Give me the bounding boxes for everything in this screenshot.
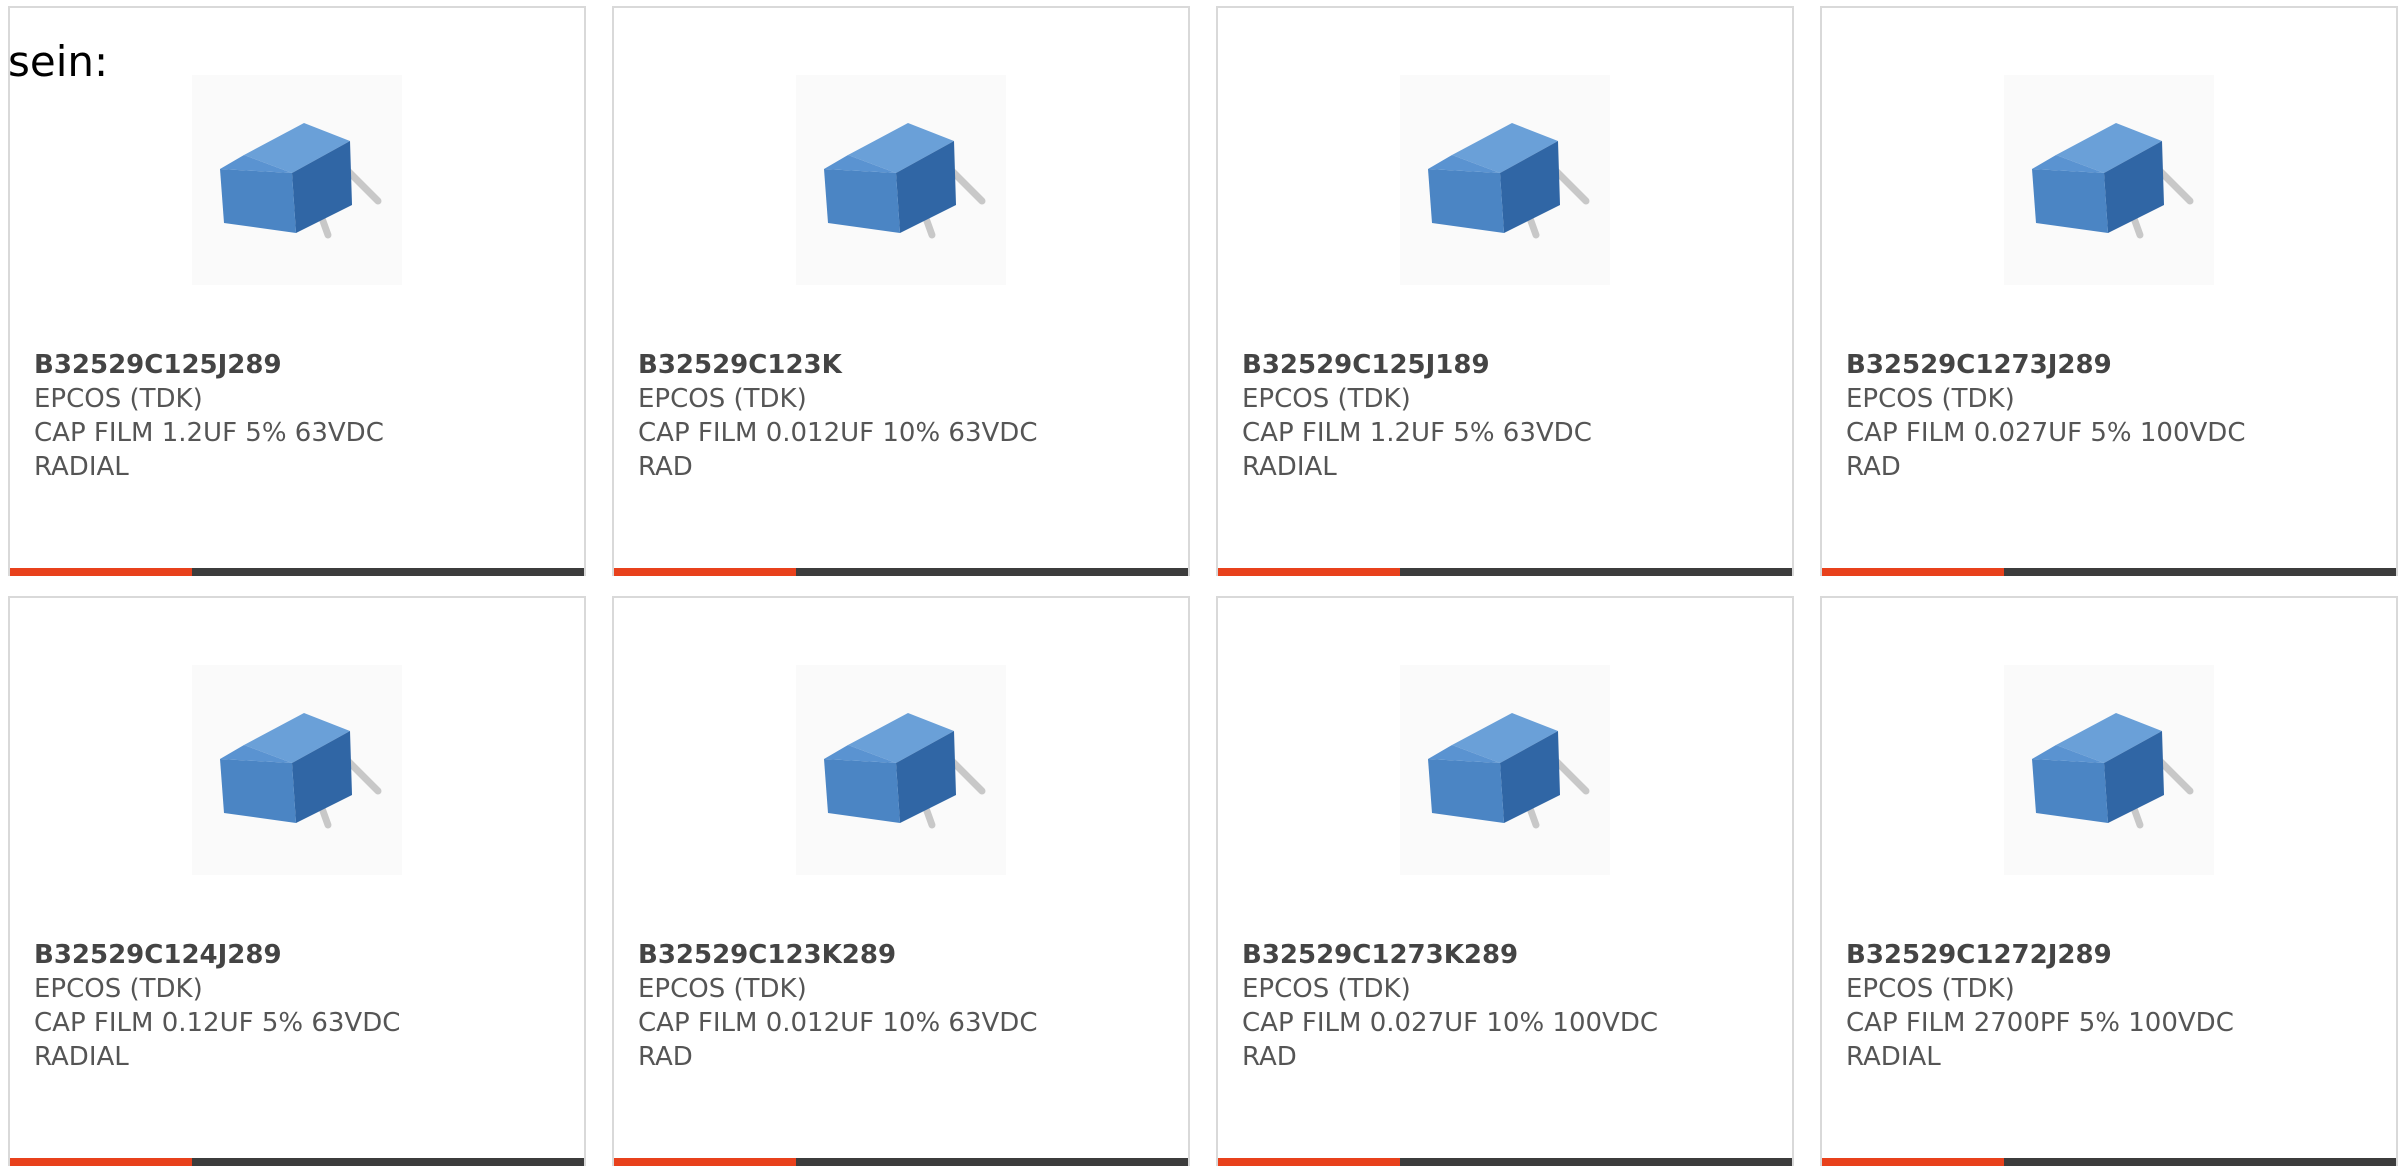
description-line2: RAD (638, 1042, 693, 1072)
film-capacitor-image (192, 75, 402, 285)
part-number[interactable]: B32529C1273K289 (1242, 938, 1772, 972)
product-card[interactable]: B32529C124J289 EPCOS (TDK) CAP FILM 0.12… (8, 596, 586, 1166)
description-line2: RADIAL (34, 1042, 129, 1072)
description-line2: RAD (638, 452, 693, 482)
part-number[interactable]: B32529C1272J289 (1846, 938, 2376, 972)
product-info: B32529C1272J289 EPCOS (TDK) CAP FILM 270… (1846, 938, 2376, 1074)
film-capacitor-image (796, 75, 1006, 285)
product-card[interactable]: B32529C1273J289 EPCOS (TDK) CAP FILM 0.0… (1820, 6, 2398, 576)
description-line1: CAP FILM 0.027UF 10% 100VDC (1242, 1008, 1659, 1038)
product-card[interactable]: B32529C123K289 EPCOS (TDK) CAP FILM 0.01… (612, 596, 1190, 1166)
film-capacitor-image (1400, 75, 1610, 285)
manufacturer: EPCOS (TDK) (1242, 974, 1411, 1004)
product-info: B32529C123K EPCOS (TDK) CAP FILM 0.012UF… (638, 348, 1168, 484)
description-line1: CAP FILM 2700PF 5% 100VDC (1846, 1008, 2234, 1038)
product-info: B32529C124J289 EPCOS (TDK) CAP FILM 0.12… (34, 938, 564, 1074)
description-line1: CAP FILM 0.012UF 10% 63VDC (638, 1008, 1038, 1038)
manufacturer: EPCOS (TDK) (638, 974, 807, 1004)
description-line1: CAP FILM 1.2UF 5% 63VDC (34, 418, 384, 448)
manufacturer: EPCOS (TDK) (638, 384, 807, 414)
description-line1: CAP FILM 0.027UF 5% 100VDC (1846, 418, 2246, 448)
description-line2: RAD (1846, 452, 1901, 482)
card-bottom-bar (1218, 1158, 1792, 1166)
part-number[interactable]: B32529C1273J289 (1846, 348, 2376, 382)
card-bottom-bar (1822, 568, 2396, 576)
part-number[interactable]: B32529C125J189 (1242, 348, 1772, 382)
product-info: B32529C123K289 EPCOS (TDK) CAP FILM 0.01… (638, 938, 1168, 1074)
film-capacitor-image (192, 665, 402, 875)
card-bottom-bar (1218, 568, 1792, 576)
product-info: B32529C1273J289 EPCOS (TDK) CAP FILM 0.0… (1846, 348, 2376, 484)
manufacturer: EPCOS (TDK) (1846, 974, 2015, 1004)
film-capacitor-image (796, 665, 1006, 875)
card-accent-bar (614, 1158, 796, 1166)
description-line2: RAD (1242, 1042, 1297, 1072)
product-card[interactable]: B32529C1272J289 EPCOS (TDK) CAP FILM 270… (1820, 596, 2398, 1166)
card-accent-bar (1218, 568, 1400, 576)
product-card[interactable]: B32529C1273K289 EPCOS (TDK) CAP FILM 0.0… (1216, 596, 1794, 1166)
film-capacitor-image (2004, 665, 2214, 875)
product-info: B32529C125J289 EPCOS (TDK) CAP FILM 1.2U… (34, 348, 564, 484)
product-info: B32529C125J189 EPCOS (TDK) CAP FILM 1.2U… (1242, 348, 1772, 484)
film-capacitor-image (1400, 665, 1610, 875)
card-bottom-bar (614, 1158, 1188, 1166)
product-info: B32529C1273K289 EPCOS (TDK) CAP FILM 0.0… (1242, 938, 1772, 1074)
card-accent-bar (614, 568, 796, 576)
card-bottom-bar (1822, 1158, 2396, 1166)
card-bottom-bar (10, 568, 584, 576)
product-grid: B32529C125J289 EPCOS (TDK) CAP FILM 1.2U… (8, 6, 2400, 1166)
card-bottom-bar (10, 1158, 584, 1166)
description-line2: RADIAL (34, 452, 129, 482)
product-card[interactable]: B32529C123K EPCOS (TDK) CAP FILM 0.012UF… (612, 6, 1190, 576)
manufacturer: EPCOS (TDK) (34, 974, 203, 1004)
card-accent-bar (1822, 568, 2004, 576)
card-accent-bar (10, 568, 192, 576)
manufacturer: EPCOS (TDK) (34, 384, 203, 414)
intro-text: sein: (8, 37, 109, 86)
part-number[interactable]: B32529C124J289 (34, 938, 564, 972)
description-line1: CAP FILM 0.12UF 5% 63VDC (34, 1008, 401, 1038)
card-accent-bar (1822, 1158, 2004, 1166)
manufacturer: EPCOS (TDK) (1846, 384, 2015, 414)
manufacturer: EPCOS (TDK) (1242, 384, 1411, 414)
card-bottom-bar (614, 568, 1188, 576)
film-capacitor-image (2004, 75, 2214, 285)
description-line1: CAP FILM 1.2UF 5% 63VDC (1242, 418, 1592, 448)
card-accent-bar (1218, 1158, 1400, 1166)
part-number[interactable]: B32529C125J289 (34, 348, 564, 382)
description-line1: CAP FILM 0.012UF 10% 63VDC (638, 418, 1038, 448)
part-number[interactable]: B32529C123K289 (638, 938, 1168, 972)
part-number[interactable]: B32529C123K (638, 348, 1168, 382)
card-accent-bar (10, 1158, 192, 1166)
product-card[interactable]: B32529C125J189 EPCOS (TDK) CAP FILM 1.2U… (1216, 6, 1794, 576)
product-card[interactable]: B32529C125J289 EPCOS (TDK) CAP FILM 1.2U… (8, 6, 586, 576)
description-line2: RADIAL (1242, 452, 1337, 482)
description-line2: RADIAL (1846, 1042, 1941, 1072)
